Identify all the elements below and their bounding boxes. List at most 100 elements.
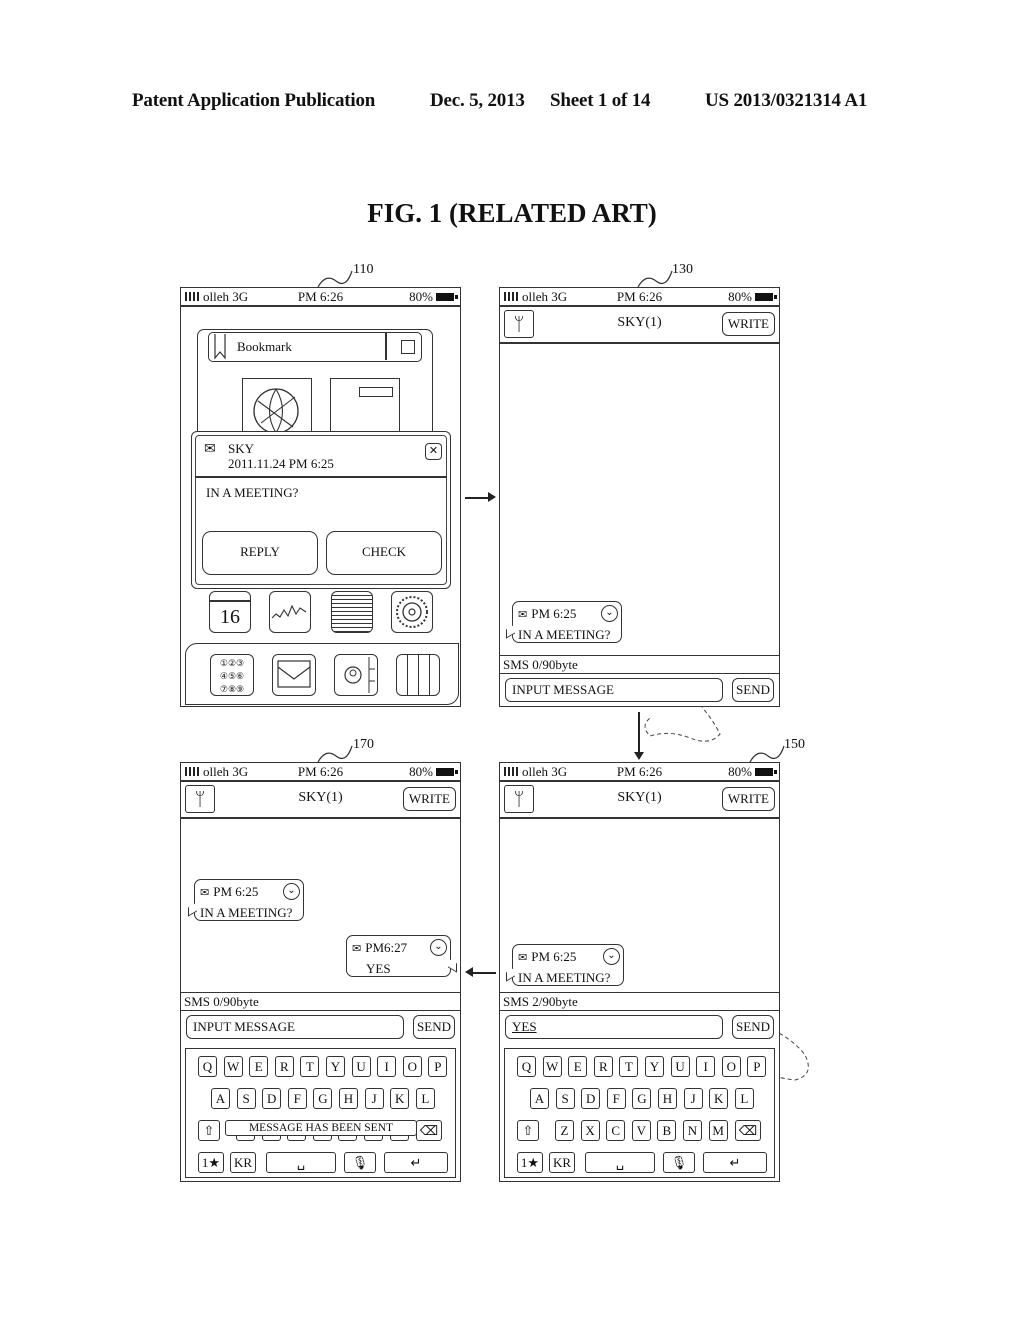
key-h[interactable]: H [658, 1088, 677, 1109]
incoming-message-bubble[interactable]: ✉ PM 6:25 IN A MEETING? ⌄ [194, 879, 304, 921]
key-w[interactable]: W [542, 1056, 562, 1077]
key-a[interactable]: A [530, 1088, 549, 1109]
key-s[interactable]: S [555, 1088, 575, 1109]
check-button[interactable]: CHECK [326, 531, 442, 575]
send-button[interactable]: SEND [732, 678, 774, 702]
send-button[interactable]: SEND [413, 1015, 455, 1039]
symbols-key[interactable]: 1★ [198, 1152, 224, 1173]
key-p[interactable]: P [747, 1056, 767, 1077]
key-y[interactable]: Y [326, 1056, 345, 1077]
outgoing-message-bubble[interactable]: ✉ PM6:27 YES ⌄ [346, 935, 451, 977]
shift-key-icon[interactable]: ⇧ [198, 1120, 220, 1141]
write-button[interactable]: WRITE [721, 787, 775, 811]
browser-icon[interactable] [242, 378, 312, 438]
send-button[interactable]: SEND [732, 1015, 774, 1039]
key-g[interactable]: G [313, 1088, 333, 1109]
enter-key-icon[interactable]: ↵ [703, 1152, 767, 1173]
key-x[interactable]: X [580, 1120, 600, 1141]
reply-button[interactable]: REPLY [202, 531, 318, 575]
key-a[interactable]: A [211, 1088, 230, 1109]
settings-gear-icon[interactable] [391, 591, 433, 633]
calendar-app-icon[interactable]: 16 [209, 591, 251, 633]
stocks-app-icon[interactable] [269, 591, 311, 633]
chevron-down-icon[interactable]: ⌄ [603, 948, 620, 965]
key-j[interactable]: J [683, 1088, 703, 1109]
envelope-open-icon: ✉ [352, 943, 362, 955]
key-s[interactable]: S [236, 1088, 256, 1109]
contacts-icon[interactable] [334, 654, 378, 696]
incoming-message-bubble[interactable]: ✉ PM 6:25 IN A MEETING? ⌄ [512, 944, 624, 986]
key-v[interactable]: V [631, 1120, 651, 1141]
key-e[interactable]: E [568, 1056, 588, 1077]
key-m[interactable]: M [708, 1120, 728, 1141]
chevron-down-icon[interactable]: ⌄ [283, 883, 300, 900]
key-d[interactable]: D [581, 1088, 601, 1109]
key-l[interactable]: L [734, 1088, 754, 1109]
key-q[interactable]: Q [198, 1056, 217, 1077]
key-i[interactable]: I [696, 1056, 716, 1077]
language-key[interactable]: KR [549, 1152, 575, 1173]
message-input[interactable]: INPUT MESSAGE [505, 678, 723, 702]
key-i[interactable]: I [377, 1056, 397, 1077]
key-u[interactable]: U [351, 1056, 371, 1077]
message-time: PM 6:25 [531, 949, 577, 964]
key-u[interactable]: U [670, 1056, 690, 1077]
language-key[interactable]: KR [230, 1152, 256, 1173]
key-g[interactable]: G [632, 1088, 652, 1109]
sms-byte-counter: SMS 0/90byte [181, 992, 460, 1011]
messages-envelope-icon[interactable] [272, 654, 316, 696]
key-e[interactable]: E [249, 1056, 269, 1077]
sms-byte-counter: SMS 0/90byte [500, 655, 779, 674]
close-icon[interactable]: ✕ [425, 443, 442, 460]
key-t[interactable]: T [619, 1056, 639, 1077]
key-r[interactable]: R [593, 1056, 613, 1077]
key-n[interactable]: N [683, 1120, 702, 1141]
key-t[interactable]: T [300, 1056, 320, 1077]
symbols-key[interactable]: 1★ [517, 1152, 543, 1173]
space-key[interactable]: ␣ [266, 1152, 336, 1173]
status-bar: olleh 3G PM 6:26 80% [500, 763, 779, 782]
key-o[interactable]: O [402, 1056, 422, 1077]
window-icon[interactable] [401, 340, 415, 354]
write-button[interactable]: WRITE [402, 787, 456, 811]
key-w[interactable]: W [223, 1056, 243, 1077]
bookmark-bar[interactable]: Bookmark [208, 332, 422, 362]
key-j[interactable]: J [364, 1088, 384, 1109]
key-p[interactable]: P [428, 1056, 448, 1077]
enter-key-icon[interactable]: ↵ [384, 1152, 448, 1173]
key-b[interactable]: B [657, 1120, 677, 1141]
key-y[interactable]: Y [645, 1056, 664, 1077]
phone-dialpad-icon[interactable]: ①②③ ④⑤⑥ ⑦⑧⑨ [210, 654, 254, 696]
space-key[interactable]: ␣ [585, 1152, 655, 1173]
key-k[interactable]: K [709, 1088, 729, 1109]
microphone-key-icon[interactable]: 🎙 [344, 1152, 376, 1173]
chevron-down-icon[interactable]: ⌄ [601, 605, 618, 622]
microphone-key-icon[interactable]: 🎙 [663, 1152, 695, 1173]
key-z[interactable]: Z [555, 1120, 574, 1141]
message-input[interactable]: YES [505, 1015, 723, 1039]
shift-key-icon[interactable]: ⇧ [517, 1120, 539, 1141]
key-l[interactable]: L [415, 1088, 435, 1109]
notes-icon[interactable] [330, 378, 400, 438]
key-d[interactable]: D [262, 1088, 282, 1109]
key-f[interactable]: F [287, 1088, 307, 1109]
battery: 80% [409, 763, 458, 780]
key-k[interactable]: K [390, 1088, 410, 1109]
write-button[interactable]: WRITE [721, 312, 775, 336]
key-h[interactable]: H [339, 1088, 358, 1109]
key-o[interactable]: O [721, 1056, 741, 1077]
memo-app-icon[interactable] [331, 591, 373, 633]
key-r[interactable]: R [274, 1056, 294, 1077]
arrowhead-down-icon [634, 752, 644, 760]
key-f[interactable]: F [606, 1088, 626, 1109]
backspace-key-icon[interactable]: ⌫ [735, 1120, 761, 1141]
app-store-cube-icon[interactable] [396, 654, 440, 696]
battery-icon [755, 293, 777, 301]
message-input[interactable]: INPUT MESSAGE [186, 1015, 404, 1039]
incoming-message-bubble[interactable]: ✉ PM 6:25 IN A MEETING? ⌄ [512, 601, 622, 643]
chevron-down-icon[interactable]: ⌄ [430, 939, 447, 956]
key-c[interactable]: C [606, 1120, 626, 1141]
backspace-key-icon[interactable]: ⌫ [416, 1120, 442, 1141]
conversation-navbar: ᛘ SKY(1) WRITE [500, 307, 779, 344]
key-q[interactable]: Q [517, 1056, 536, 1077]
